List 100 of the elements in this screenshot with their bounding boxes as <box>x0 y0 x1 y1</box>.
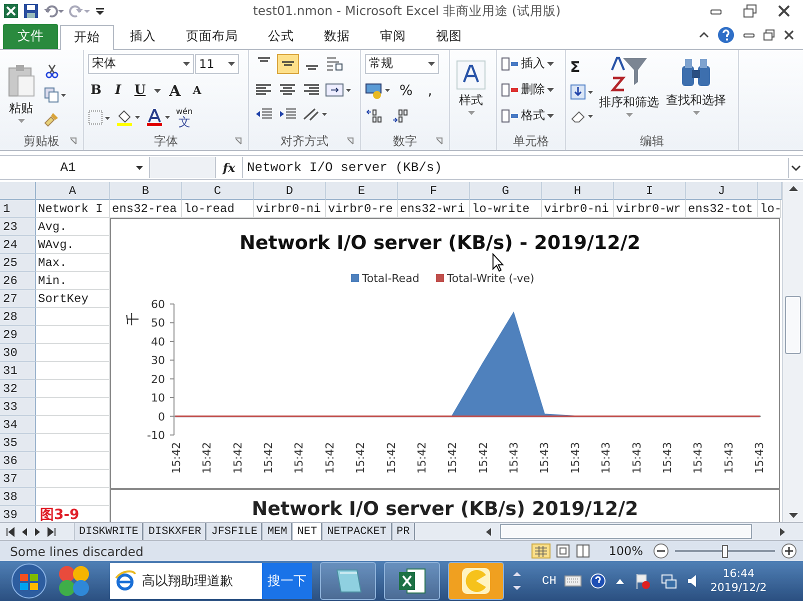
dialog-launcher-icon[interactable] <box>69 137 77 146</box>
row-header[interactable]: 34 <box>0 416 36 434</box>
row-header[interactable]: 26 <box>0 272 36 290</box>
excel-icon[interactable] <box>3 3 19 20</box>
zoom-out-icon[interactable] <box>653 543 669 560</box>
row-header[interactable]: 24 <box>0 236 36 254</box>
ribbon-tab[interactable]: 数据 <box>310 24 364 49</box>
font-size-field[interactable]: 11 <box>195 54 239 74</box>
caret-icon[interactable] <box>154 88 161 93</box>
chart-area[interactable] <box>110 218 780 489</box>
currency-icon[interactable] <box>365 82 391 100</box>
page-layout-icon[interactable] <box>554 543 571 560</box>
ribbon-tab[interactable]: 页面布局 <box>172 24 252 49</box>
restore-icon[interactable] <box>743 4 757 18</box>
cells-button[interactable]: 插入 <box>501 54 561 74</box>
font-style-button[interactable]: U <box>132 83 148 98</box>
row-header[interactable]: 39 <box>0 506 36 522</box>
language-indicator[interactable]: CH <box>542 574 556 588</box>
vertical-scrollbar[interactable] <box>782 182 803 522</box>
row-header[interactable]: 29 <box>0 326 36 344</box>
sheet-tab[interactable]: JFSFILE <box>206 523 262 540</box>
column-header[interactable]: I <box>614 182 686 200</box>
row-header[interactable]: 31 <box>0 362 36 380</box>
border-icon[interactable] <box>88 110 110 126</box>
flag-icon[interactable] <box>634 572 652 590</box>
page-break-icon[interactable] <box>574 543 591 560</box>
row-header[interactable]: 25 <box>0 254 36 272</box>
network-icon[interactable] <box>660 572 678 590</box>
help-icon[interactable] <box>717 26 735 44</box>
column-header[interactable]: H <box>542 182 614 200</box>
keyboard-icon[interactable] <box>564 574 582 587</box>
column-header[interactable]: B <box>110 182 182 200</box>
row-header[interactable]: 32 <box>0 380 36 398</box>
row-header[interactable]: 27 <box>0 290 36 308</box>
row-header[interactable]: 37 <box>0 470 36 488</box>
chart-area[interactable]: Network I/O server (KB/s) 2019/12/2 <box>110 488 780 522</box>
row-header[interactable]: 35 <box>0 434 36 452</box>
clock-time[interactable]: 16:44 <box>722 566 754 581</box>
app-icon[interactable] <box>56 564 92 598</box>
insert-function-button[interactable]: fx <box>216 160 242 175</box>
cells-button[interactable]: 格式 <box>501 106 561 126</box>
ribbon-tab[interactable]: 视图 <box>422 24 476 49</box>
sheet-tab[interactable]: DISKWRITE <box>74 523 144 540</box>
styles-button[interactable]: 样式 <box>454 54 488 117</box>
undo-icon[interactable] <box>43 3 65 20</box>
font-color-icon[interactable] <box>146 108 170 127</box>
sheet-tab[interactable]: NETPACKET <box>322 523 392 540</box>
shrink-font-button[interactable]: A <box>189 84 205 98</box>
merge-cells-icon[interactable] <box>325 82 351 98</box>
dialog-launcher-icon[interactable] <box>435 137 443 146</box>
resize-handle[interactable] <box>150 157 216 178</box>
row-header[interactable]: 33 <box>0 398 36 416</box>
close-icon[interactable] <box>783 28 795 41</box>
start-button-icon[interactable] <box>10 562 48 600</box>
help-icon[interactable] <box>590 572 606 589</box>
search-button[interactable]: 搜一下 <box>262 562 312 599</box>
restore-icon[interactable] <box>763 28 775 41</box>
fill-down-icon[interactable] <box>570 84 594 100</box>
dialog-launcher-icon[interactable] <box>234 137 242 146</box>
ribbon-tab[interactable]: 审阅 <box>366 24 420 49</box>
number-format-field[interactable]: 常规 <box>365 54 439 74</box>
search-field[interactable]: 高以翔助理道歉 <box>110 562 262 599</box>
normal-view-icon[interactable] <box>530 543 551 560</box>
column-header[interactable]: G <box>470 182 542 200</box>
find-select-button[interactable]: 查找和选择 <box>664 54 728 117</box>
notepad-app-icon[interactable] <box>320 562 376 600</box>
cells-button[interactable]: 删除 <box>501 80 561 100</box>
last-sheet-icon[interactable] <box>46 526 58 538</box>
font-style-button[interactable]: I <box>110 83 126 98</box>
text-orientation-icon[interactable] <box>301 106 327 122</box>
close-icon[interactable] <box>777 4 791 18</box>
dialog-launcher-icon[interactable] <box>346 137 354 146</box>
row-header[interactable]: 38 <box>0 488 36 506</box>
first-sheet-icon[interactable] <box>4 526 16 538</box>
scroll-up-icon[interactable] <box>512 570 522 578</box>
wrap-text-icon[interactable] <box>325 56 343 72</box>
spreadsheet-app-icon[interactable] <box>384 562 440 600</box>
fill-color-icon[interactable] <box>116 108 140 127</box>
copy-icon[interactable] <box>44 87 66 104</box>
sheet-tab[interactable]: DISKXFER <box>143 523 206 540</box>
row-header[interactable]: 36 <box>0 452 36 470</box>
ribbon-tab[interactable]: 开始 <box>60 24 114 50</box>
vertical-align-button[interactable] <box>277 54 299 74</box>
zoom-level[interactable]: 100% <box>608 544 643 558</box>
column-header[interactable]: D <box>254 182 326 200</box>
collapse-ribbon-icon[interactable] <box>699 30 709 40</box>
sheet-tab[interactable]: MEM <box>262 523 292 540</box>
column-header[interactable]: F <box>398 182 470 200</box>
column-header[interactable]: J <box>686 182 758 200</box>
percent-button[interactable]: % <box>397 82 415 99</box>
phonetic-guide-button[interactable]: wén 文 <box>176 108 193 128</box>
clock-date[interactable]: 2019/12/2 <box>710 580 767 595</box>
row-header[interactable]: 30 <box>0 344 36 362</box>
expand-icon[interactable] <box>788 158 803 178</box>
zoom-in-icon[interactable] <box>781 543 797 560</box>
autosum-button[interactable]: Σ <box>570 58 590 76</box>
scrollbar-thumb[interactable] <box>500 524 752 540</box>
font-style-button[interactable]: B <box>88 83 104 98</box>
sheet-tab[interactable]: NET <box>292 523 322 540</box>
column-header[interactable]: C <box>182 182 254 200</box>
